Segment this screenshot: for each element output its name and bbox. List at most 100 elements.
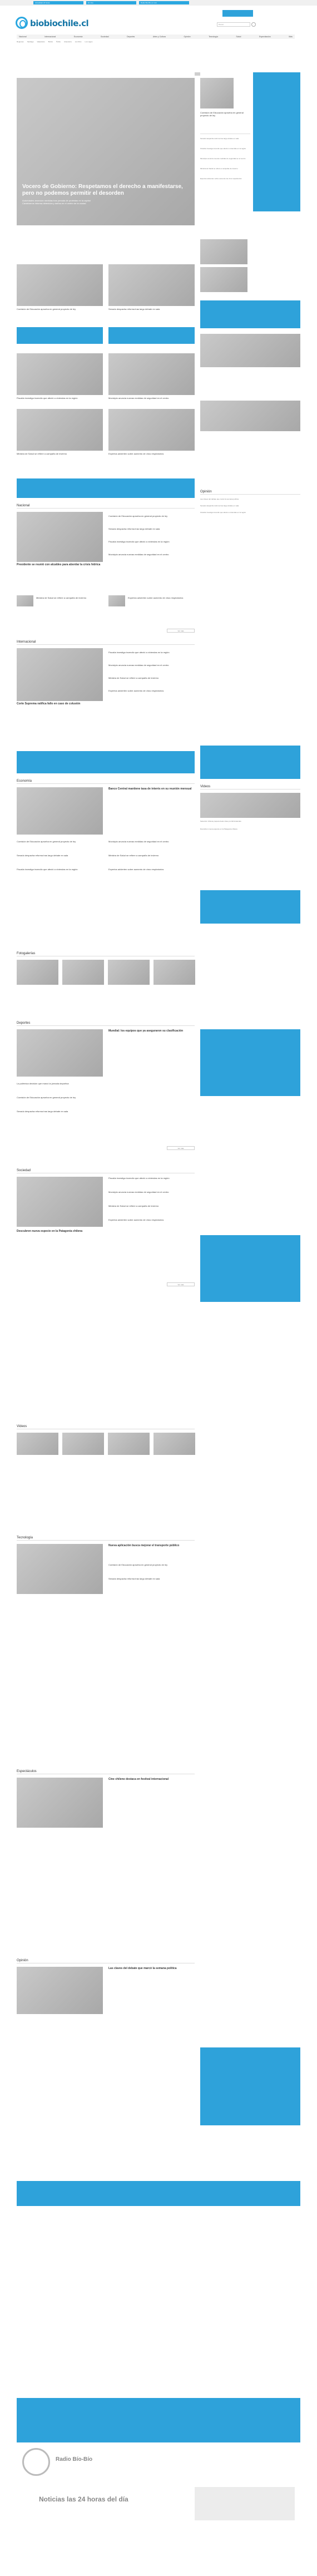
news-headline[interactable]: Mundial: los equipos que ya aseguraron s… — [108, 1029, 195, 1039]
news-headline[interactable]: Banco Central mantiene tasa de interés e… — [108, 787, 195, 797]
gallery-thumb[interactable] — [153, 960, 195, 985]
news-headline[interactable]: Cine chileno destaca en festival interna… — [108, 1778, 195, 1788]
video-thumb[interactable] — [62, 1433, 104, 1455]
ad-sidebar-4[interactable] — [200, 890, 300, 924]
subnav-item[interactable]: Los Lagos — [85, 40, 93, 43]
sidebar-item[interactable]: Fiscalía investiga incendio que afectó a… — [200, 511, 300, 514]
ad-wide-2[interactable] — [17, 751, 195, 773]
news-image[interactable] — [108, 409, 195, 451]
news-headline[interactable]: Senado despacha reforma tras largo debat… — [108, 308, 195, 313]
list-item[interactable]: Senado despacha reforma tras largo debat… — [17, 854, 103, 857]
subnav-item[interactable]: Ñuble — [56, 40, 61, 43]
list-item[interactable]: Senado despacha reforma tras largo debat… — [108, 527, 195, 530]
hero-sub-2[interactable]: Carabineros informa detenidos y daños en… — [22, 202, 189, 205]
list-item[interactable]: Expertos advierten sobre aumento de viru… — [108, 868, 195, 871]
sidebar-headline[interactable]: Comisión de Educación aprueba en general… — [200, 111, 250, 128]
sidebar-item[interactable]: Las claves del debate que marcó la seman… — [200, 498, 300, 500]
ad-sidebar-2[interactable] — [200, 300, 300, 328]
news-image[interactable] — [17, 787, 103, 835]
thumb[interactable] — [108, 595, 125, 606]
video-thumb[interactable] — [153, 1433, 195, 1455]
list-item[interactable]: Fiscalía investiga incendio que afectó a… — [108, 651, 195, 654]
news-headline[interactable]: Nueva aplicación busca mejorar el transp… — [108, 1544, 195, 1554]
list-item[interactable]: Ministra de Salud se refiere a campaña d… — [108, 1205, 195, 1207]
list-item[interactable]: Municipio anuncia nuevas medidas de segu… — [108, 1191, 195, 1193]
list-item[interactable]: La polémica decisión que marcó la jornad… — [17, 1082, 195, 1085]
nav-item[interactable]: Más — [289, 34, 293, 39]
nav-item[interactable]: Artes y Cultura — [153, 34, 166, 39]
hero-title[interactable]: Vocero de Gobierno: Respetamos el derech… — [22, 184, 189, 197]
subnav-item[interactable]: Araucanía — [64, 40, 72, 43]
nav-item[interactable]: Nacional — [19, 34, 27, 39]
list-item[interactable]: Comisión de Educación aprueba en general… — [17, 1096, 195, 1099]
sidebar-item[interactable]: Ministra de Salud se refiere a campaña d… — [200, 167, 250, 170]
news-headline[interactable]: Descubren nueva especie en la Patagonia … — [17, 1230, 103, 1241]
search-input[interactable]: Buscar — [217, 22, 250, 27]
news-image[interactable] — [108, 353, 195, 395]
list-item[interactable]: Ministra de Salud se refiere a campaña d… — [108, 677, 195, 679]
sidebar-item[interactable]: Expertos advierten sobre aumento de viru… — [200, 177, 250, 180]
ad-banner-top[interactable] — [222, 10, 253, 17]
list-item[interactable]: Fiscalía investiga incendio que afectó a… — [17, 868, 103, 871]
subnav-item[interactable]: Los Ríos — [75, 40, 82, 43]
sidebar-image[interactable] — [200, 267, 247, 292]
news-image[interactable] — [17, 1544, 103, 1594]
news-image[interactable] — [17, 648, 103, 701]
ad-sidebar-3[interactable] — [200, 746, 300, 779]
news-headline[interactable]: Expertos advierten sobre aumento de viru… — [108, 452, 195, 458]
gallery-thumb[interactable] — [17, 960, 58, 985]
list-item[interactable]: Expertos advierten sobre aumento de viru… — [108, 689, 195, 692]
ad-sidebar-5[interactable] — [200, 1029, 300, 1096]
gallery-thumb[interactable] — [62, 960, 104, 985]
ad-sidebar-1[interactable] — [253, 72, 300, 211]
list-item[interactable]: Fiscalía investiga incendio que afectó a… — [108, 1177, 195, 1180]
top-link-2[interactable]: En vivo — [86, 1, 136, 4]
subnav-item[interactable]: Valparaíso — [37, 40, 45, 43]
more-button[interactable]: Ver más — [167, 1282, 195, 1286]
sidebar-feature[interactable] — [200, 401, 300, 431]
news-image[interactable] — [17, 512, 103, 562]
news-image[interactable] — [17, 409, 103, 451]
subnav-item[interactable]: Santiago — [27, 40, 34, 43]
nav-item[interactable]: Espectáculos — [259, 34, 271, 39]
search-icon[interactable] — [251, 22, 256, 27]
sidebar-item[interactable]: Municipio anuncia nuevas medidas de segu… — [200, 157, 250, 160]
news-image[interactable] — [17, 1778, 103, 1828]
list-item[interactable]: Ministra de Salud se refiere a campaña d… — [36, 596, 103, 602]
nav-item[interactable]: Salud — [236, 34, 241, 39]
site-logo[interactable]: biobiochile.cl — [16, 17, 89, 30]
sidebar-image[interactable] — [200, 78, 234, 108]
video-thumb[interactable] — [17, 1433, 58, 1455]
nav-item[interactable]: Deportes — [127, 34, 135, 39]
nav-item[interactable]: Sociedad — [101, 34, 109, 39]
list-item[interactable]: Comisión de Educación aprueba en general… — [108, 515, 195, 517]
ad-sidebar-6[interactable] — [200, 1235, 300, 1302]
video-thumb[interactable] — [108, 1433, 150, 1455]
list-item[interactable]: Expertos advierten sobre aumento de viru… — [108, 1218, 195, 1221]
news-headline[interactable]: Comisión de Educación aprueba en general… — [17, 308, 103, 313]
list-item[interactable]: Municipio anuncia nuevas medidas de segu… — [108, 664, 195, 667]
news-image[interactable] — [17, 1967, 103, 2014]
subnav-item[interactable]: Biobío — [48, 40, 53, 43]
more-button[interactable]: Ver más — [167, 629, 195, 633]
news-headline[interactable]: Fiscalía investiga incendio que afectó a… — [17, 397, 103, 402]
sidebar-item[interactable]: Senado despacha reforma tras largo debat… — [200, 137, 250, 140]
news-image[interactable] — [17, 1177, 103, 1227]
ad-wide-1[interactable] — [17, 478, 195, 498]
ad-block[interactable] — [108, 327, 195, 344]
sidebar-item[interactable]: Selección chilena prepara duelo clave po… — [200, 820, 300, 822]
news-image[interactable] — [108, 264, 195, 306]
ad-wide-3[interactable] — [17, 2181, 300, 2206]
news-headline[interactable]: Las claves del debate que marcó la seman… — [108, 1967, 195, 1977]
top-link-3[interactable]: Radio Bío-Bío en vivo — [139, 1, 189, 4]
sidebar-item[interactable]: Senado despacha reforma tras largo debat… — [200, 505, 300, 507]
sidebar-tab[interactable] — [195, 72, 200, 76]
sidebar-item[interactable]: Fiscalía investiga incendio que afectó a… — [200, 147, 250, 150]
list-item[interactable]: Senado despacha reforma tras largo debat… — [17, 1110, 195, 1113]
nav-item[interactable]: Tecnología — [209, 34, 218, 39]
news-headline[interactable]: Corte Suprema ratifica fallo en caso de … — [17, 702, 103, 710]
subnav-item[interactable]: Regiones — [17, 40, 24, 43]
sidebar-image[interactable] — [200, 239, 247, 264]
list-item[interactable]: Comisión de Educación aprueba en general… — [108, 1563, 195, 1566]
nav-item[interactable]: Economía — [74, 34, 83, 39]
